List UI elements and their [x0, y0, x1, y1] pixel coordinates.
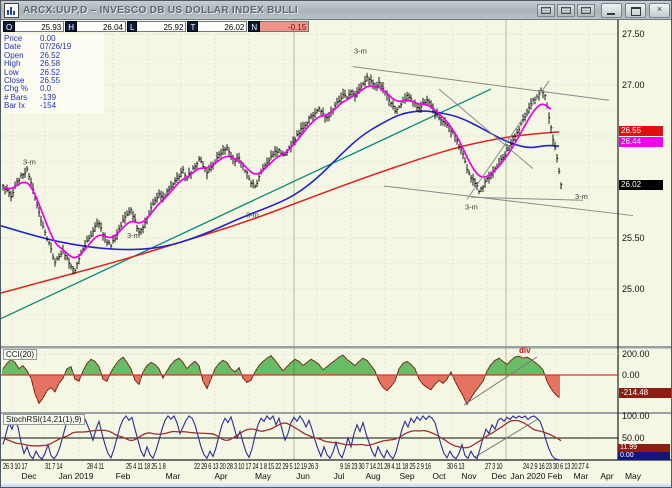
x-axis-day-labels: 24 2 9 16 23 30 6 13 20 27 4	[523, 462, 589, 471]
minimize-button[interactable]	[601, 3, 622, 18]
price-axis-tick: 25.50	[622, 233, 645, 243]
panel-separator	[1, 412, 671, 414]
panel-separator	[1, 346, 671, 349]
window-title: ARCX:UUP,D – INVESCO DB US DOLLAR INDEX …	[23, 4, 299, 16]
x-axis-month-label: Dec	[21, 471, 37, 481]
x-axis-day-labels: 9 16 23 30 7 14 21 28 4 11 18 25 2 9 16	[340, 462, 431, 471]
x-axis-month-label: Oct	[432, 471, 446, 481]
quote-field-label: N	[248, 21, 261, 32]
quote-field-value: 25.92	[137, 21, 187, 32]
x-axis-month-label: Apr	[214, 471, 228, 481]
chart-annotation: 3-m	[23, 158, 36, 167]
price-tag: 26.55	[619, 125, 663, 136]
maximize-button[interactable]	[625, 3, 646, 18]
data-panel-value: -154	[40, 101, 57, 111]
cci-axis-tick: 200.00	[622, 349, 650, 359]
x-axis-month-label: Apr	[600, 471, 614, 481]
x-axis-month-label: Sep	[399, 471, 415, 481]
mini-toolbar-button[interactable]	[537, 4, 555, 17]
x-axis-month-label: Jun	[296, 471, 310, 481]
qcharts-window: 3-m 3-m 3-m 3-m 3-m 3-m div ARCX:UUP,D – INVES…	[0, 0, 672, 488]
chart-annotation: 3-m	[575, 192, 588, 201]
quote-field-value: 26.02	[198, 21, 248, 32]
x-axis-month-label: Aug	[365, 471, 381, 481]
x-axis-month-label: Mar	[573, 471, 589, 481]
chart-annotation: 3-m	[465, 202, 478, 211]
mini-toolbar-button[interactable]	[557, 4, 575, 17]
cursor-data-panel: Price 0.00 Date 07/26/19 Open 26.52 High 26.58 L…	[2, 34, 104, 113]
x-axis-day-labels: 30 6 13	[447, 462, 465, 471]
x-axis-month-label: Jan 2020	[510, 471, 546, 481]
price-tag: 26.02	[619, 179, 663, 190]
price-axis-tick: 27.00	[622, 80, 645, 90]
x-axis-month-label: Nov	[461, 471, 477, 481]
stochrsi-axis-tick: 50.00	[622, 433, 645, 443]
quote-field-label: T	[187, 21, 199, 32]
quote-field-value: 26.04	[77, 21, 127, 32]
x-axis-day-labels: 25 4 11 18 25 1 8	[126, 462, 166, 471]
x-axis-month-label: Feb	[115, 471, 131, 481]
x-axis-day-labels: 26 3 10 17	[3, 462, 28, 471]
x-axis-day-labels: 27 3 10	[485, 462, 503, 471]
x-axis-day-labels: 31 7 14	[45, 462, 63, 471]
x-axis-month-label: Jul	[333, 471, 345, 481]
close-button[interactable]: ×	[649, 3, 670, 18]
cci-panel-label: CCI(20)	[3, 349, 38, 360]
app-icon	[4, 2, 19, 18]
cci-current-tag: -214.48	[619, 388, 671, 398]
quote-bar: O 25.93 H 26.04 L 25.92 T 26.02 N -0.15	[3, 21, 310, 32]
data-panel-row: Bar Ix -154	[4, 101, 104, 111]
x-axis-month-label: Feb	[547, 471, 563, 481]
x-axis-month-label: Mar	[165, 471, 181, 481]
x-axis-month-label: Jan 2019	[58, 471, 94, 481]
x-axis-day-labels: 22 29 6 13 20 28 3 10 17 24 1 8 15 22 29…	[194, 462, 319, 471]
cci-axis-tick: 0.00	[622, 370, 640, 380]
quote-field-label: L	[127, 21, 138, 32]
price-axis-tick: 27.50	[622, 29, 645, 39]
chart-annotation: 3-m	[354, 46, 367, 55]
x-axis-day-labels: 28 4 11	[87, 462, 104, 471]
x-axis-month-label: May	[624, 471, 642, 481]
cci-div-annotation: div	[519, 346, 531, 355]
quote-field-label: O	[3, 21, 16, 32]
mini-toolbar	[537, 4, 595, 17]
quote-field-label: H	[65, 21, 78, 32]
x-axis-month-label: Dec	[491, 471, 507, 481]
stochrsi-slow-tag: 11.99	[618, 444, 670, 452]
price-tag: 26.44	[619, 137, 663, 148]
data-panel-label: Bar Ix	[4, 101, 25, 111]
stochrsi-panel-label: StochRSI(14,21(1),9)	[3, 414, 85, 425]
x-axis-month-label: May	[254, 471, 272, 481]
stochrsi-fast-tag: 0.00	[618, 452, 670, 460]
window-bottom-edge	[1, 482, 671, 487]
chart-annotation: 3-m	[246, 211, 259, 220]
mini-toolbar-button[interactable]	[577, 4, 595, 17]
stochrsi-axis-tick: 100.00	[622, 411, 650, 421]
price-axis-tick: 25.00	[622, 284, 645, 294]
quote-field-value: 25.93	[15, 21, 65, 32]
quote-field-value: -0.15	[260, 21, 310, 32]
chart-annotation: 3-m	[127, 231, 140, 240]
window-controls: ×	[601, 3, 670, 18]
title-bar[interactable]: ARCX:UUP,D – INVESCO DB US DOLLAR INDEX …	[1, 1, 671, 20]
